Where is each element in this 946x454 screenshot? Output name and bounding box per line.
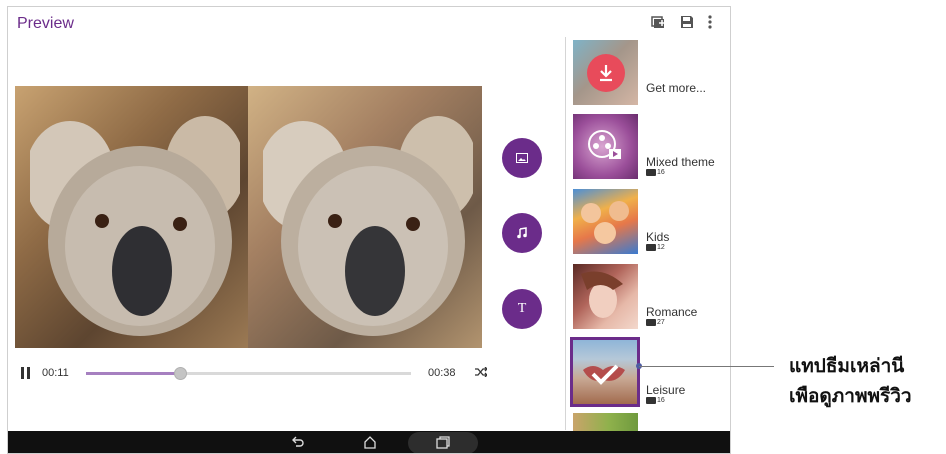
text-icon: T	[517, 301, 527, 316]
callout-line-2: เพือดูภาพพรีวิว	[789, 386, 912, 407]
seek-bar-progress	[86, 372, 181, 375]
add-image-button[interactable]	[502, 138, 542, 178]
total-time: 00:38	[428, 367, 456, 379]
theme-count: 16	[646, 169, 665, 176]
divider	[565, 37, 566, 430]
theme-item-get-more[interactable]: Get more...	[573, 40, 723, 106]
music-note-icon	[517, 227, 527, 239]
theme-thumbnail	[573, 114, 638, 179]
photo-count-icon	[646, 169, 656, 176]
video-preview[interactable]	[15, 86, 482, 348]
save-icon[interactable]	[680, 15, 696, 29]
theme-thumbnail	[573, 413, 638, 431]
add-album-icon[interactable]	[650, 15, 666, 29]
theme-count: 16	[646, 397, 665, 404]
photo-count-icon	[646, 397, 656, 404]
koala-photo-left	[15, 86, 249, 348]
page-title: Preview	[17, 15, 74, 32]
theme-thumbnail-selected	[570, 337, 640, 407]
film-reel-icon	[588, 130, 621, 159]
page: Preview T 00:11 00:38 Get more... Mixed …	[0, 0, 946, 454]
recent-apps-icon	[436, 436, 450, 453]
home-icon[interactable]	[363, 435, 377, 453]
seek-bar[interactable]	[86, 367, 411, 380]
add-music-button[interactable]	[502, 213, 542, 253]
callout-text: แทปธีมเหล่านี เพือดูภาพพรีวิว	[789, 352, 912, 412]
pause-icon[interactable]	[21, 367, 31, 379]
theme-thumbnail	[573, 189, 638, 254]
theme-label: Mixed theme	[646, 155, 715, 169]
theme-count: 12	[646, 244, 665, 251]
theme-label: Kids	[646, 230, 670, 244]
photo-count-icon	[646, 319, 656, 326]
theme-item-romance[interactable]: Romance 27	[573, 264, 723, 330]
callout-line	[639, 366, 774, 367]
theme-item-leisure[interactable]: Leisure 16	[570, 337, 723, 407]
download-icon	[587, 54, 625, 92]
theme-item-partial[interactable]	[573, 413, 723, 431]
photo-count-icon	[646, 244, 656, 251]
callout-line-1: แทปธีมเหล่านี	[789, 356, 905, 377]
current-time: 00:11	[42, 367, 69, 379]
koala-photo-right	[248, 86, 482, 348]
add-text-button[interactable]: T	[502, 289, 542, 329]
theme-item-mixed-theme[interactable]: Mixed theme 16	[573, 114, 723, 180]
back-icon[interactable]	[291, 435, 305, 453]
tablet-screen: Preview T 00:11 00:38 Get more... Mixed …	[7, 6, 731, 454]
recent-apps-button[interactable]	[408, 432, 478, 453]
shuffle-icon[interactable]	[475, 366, 488, 380]
theme-item-kids[interactable]: Kids 12	[573, 189, 723, 255]
seek-thumb[interactable]	[174, 367, 188, 380]
theme-label: Leisure	[646, 383, 686, 397]
more-vert-icon[interactable]	[707, 15, 715, 29]
playback-controls: 00:11 00:38	[15, 362, 488, 384]
image-icon	[516, 153, 528, 163]
theme-thumbnail	[573, 40, 638, 105]
navigation-bar	[8, 431, 730, 453]
theme-label: Romance	[646, 305, 698, 319]
theme-thumbnail	[573, 264, 638, 329]
theme-count: 27	[646, 319, 665, 326]
theme-label: Get more...	[646, 81, 707, 95]
